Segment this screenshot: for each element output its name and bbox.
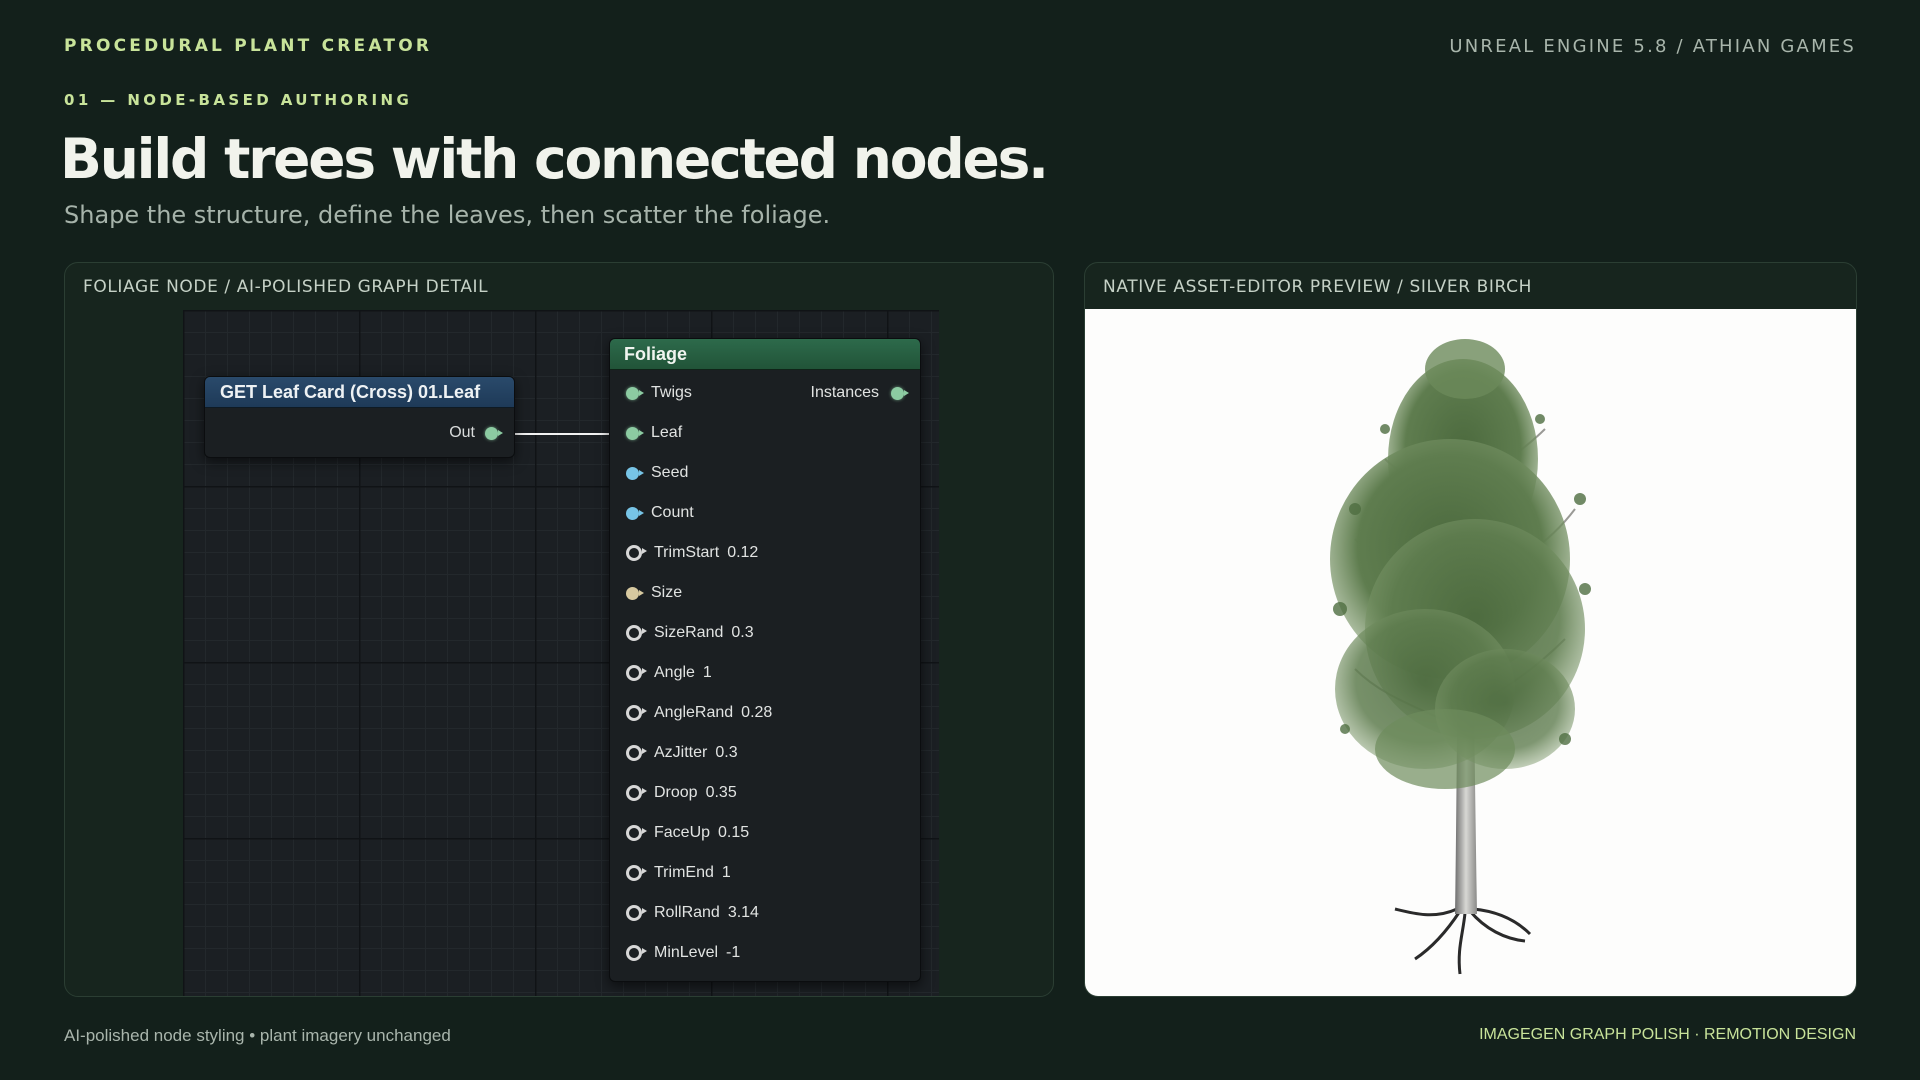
foliage-pin-row-anglerand[interactable]: AngleRand 0.28: [626, 703, 772, 723]
foliage-pin-row-droop[interactable]: Droop 0.35: [626, 783, 737, 803]
foliage-pin-row-trimend[interactable]: TrimEnd 1: [626, 863, 731, 883]
azjitter-pin-icon[interactable]: [626, 745, 647, 761]
angle-pin-icon[interactable]: [626, 665, 647, 681]
pin-label: RollRand: [654, 904, 720, 921]
pin-value[interactable]: 0.15: [718, 824, 749, 842]
page-subhead: Shape the structure, define the leaves, …: [64, 201, 831, 229]
foliage-node-title: Foliage: [610, 339, 920, 370]
pin-label: Twigs: [651, 384, 692, 401]
section-eyebrow: 01 — NODE-BASED AUTHORING: [64, 91, 413, 109]
pin-value[interactable]: 3.14: [728, 904, 759, 922]
pin-label: Leaf: [651, 424, 683, 441]
page-headline: Build trees with connected nodes.: [60, 127, 1049, 191]
pin-label: FaceUp: [654, 824, 711, 841]
droop-pin-icon[interactable]: [626, 785, 647, 801]
tree-roots: [1394, 907, 1532, 975]
node-graph-canvas[interactable]: GET Leaf Card (Cross) 01.Leaf Out Foliag…: [183, 310, 939, 996]
trimend-pin-icon[interactable]: [626, 865, 647, 881]
birch-tree-image: [1330, 339, 1591, 975]
sizerand-pin-icon[interactable]: [626, 625, 647, 641]
pin-label: Angle: [654, 664, 695, 681]
foliage-pin-row-sizerand[interactable]: SizeRand 0.3: [626, 623, 754, 643]
rollrand-pin-icon[interactable]: [626, 905, 647, 921]
get-leaf-card-node[interactable]: GET Leaf Card (Cross) 01.Leaf Out: [204, 376, 515, 458]
trimstart-pin-icon[interactable]: [626, 545, 647, 561]
pin-value[interactable]: 0.3: [731, 624, 753, 642]
pin-label: Seed: [651, 464, 689, 481]
graph-panel-title: FOLIAGE NODE / AI-POLISHED GRAPH DETAIL: [83, 277, 489, 297]
pin-label: AngleRand: [654, 704, 734, 721]
tree-foliage: [1330, 339, 1585, 789]
pin-value[interactable]: 1: [703, 664, 712, 682]
instances-output-row[interactable]: Instances: [810, 383, 909, 403]
twigs-pin-icon[interactable]: [626, 386, 644, 400]
faceup-pin-icon[interactable]: [626, 825, 647, 841]
graph-panel: FOLIAGE NODE / AI-POLISHED GRAPH DETAIL …: [64, 262, 1054, 997]
preview-panel: NATIVE ASSET-EDITOR PREVIEW / SILVER BIR…: [1084, 262, 1857, 997]
foliage-pin-row-count[interactable]: Count: [626, 503, 694, 523]
foliage-pin-row-trimstart[interactable]: TrimStart 0.12: [626, 543, 758, 563]
preview-panel-title: NATIVE ASSET-EDITOR PREVIEW / SILVER BIR…: [1103, 277, 1532, 297]
foliage-pin-row-angle[interactable]: Angle 1: [626, 663, 712, 683]
foliage-pin-row-rollrand[interactable]: RollRand 3.14: [626, 903, 759, 923]
foliage-pin-row-seed[interactable]: Seed: [626, 463, 688, 483]
instances-pin-icon[interactable]: [891, 386, 909, 400]
foliage-pin-row-leaf[interactable]: Leaf: [626, 423, 682, 443]
pin-value[interactable]: 0.28: [741, 704, 772, 722]
footer-credit: IMAGEGEN GRAPH POLISH · REMOTION DESIGN: [1479, 1026, 1856, 1043]
anglerand-pin-icon[interactable]: [626, 705, 647, 721]
pin-label: Droop: [654, 784, 698, 801]
pin-label: Count: [651, 504, 694, 521]
foliage-pin-row-twigs[interactable]: Twigs: [626, 383, 692, 403]
get-node-out-pin-row[interactable]: Out: [449, 424, 503, 442]
count-pin-icon[interactable]: [626, 506, 644, 520]
get-node-title: GET Leaf Card (Cross) 01.Leaf: [205, 377, 514, 408]
foliage-pin-row-minlevel[interactable]: MinLevel -1: [626, 943, 740, 963]
pin-label: MinLevel: [654, 944, 719, 961]
leaf-pin-icon[interactable]: [626, 426, 644, 440]
out-pin-icon[interactable]: [485, 426, 503, 440]
pin-value[interactable]: 0.3: [715, 744, 737, 762]
minlevel-pin-icon[interactable]: [626, 945, 647, 961]
foliage-node[interactable]: Foliage Instances Twigs Leaf Seed Count Trim…: [609, 338, 921, 982]
pin-value[interactable]: 0.12: [727, 544, 758, 562]
pin-label: TrimStart: [654, 544, 720, 561]
pin-value[interactable]: -1: [726, 944, 740, 962]
pin-label: AzJitter: [654, 744, 708, 761]
foliage-pin-row-faceup[interactable]: FaceUp 0.15: [626, 823, 749, 843]
engine-credit: UNREAL ENGINE 5.8 / ATHIAN GAMES: [1449, 36, 1856, 57]
foliage-pin-row-size[interactable]: Size: [626, 583, 682, 603]
size-pin-icon[interactable]: [626, 586, 644, 600]
pin-value[interactable]: 0.35: [706, 784, 737, 802]
instances-label: Instances: [810, 384, 879, 401]
pin-label: TrimEnd: [654, 864, 714, 881]
get-node-out-label: Out: [449, 424, 475, 441]
pin-label: Size: [651, 584, 683, 601]
foliage-pin-row-azjitter[interactable]: AzJitter 0.3: [626, 743, 738, 763]
footer-note: AI-polished node styling • plant imagery…: [64, 1026, 451, 1045]
seed-pin-icon[interactable]: [626, 466, 644, 480]
asset-preview-viewport[interactable]: [1085, 309, 1856, 996]
brand-title: PROCEDURAL PLANT CREATOR: [64, 36, 433, 56]
pin-label: SizeRand: [654, 624, 724, 641]
pin-value[interactable]: 1: [722, 864, 731, 882]
